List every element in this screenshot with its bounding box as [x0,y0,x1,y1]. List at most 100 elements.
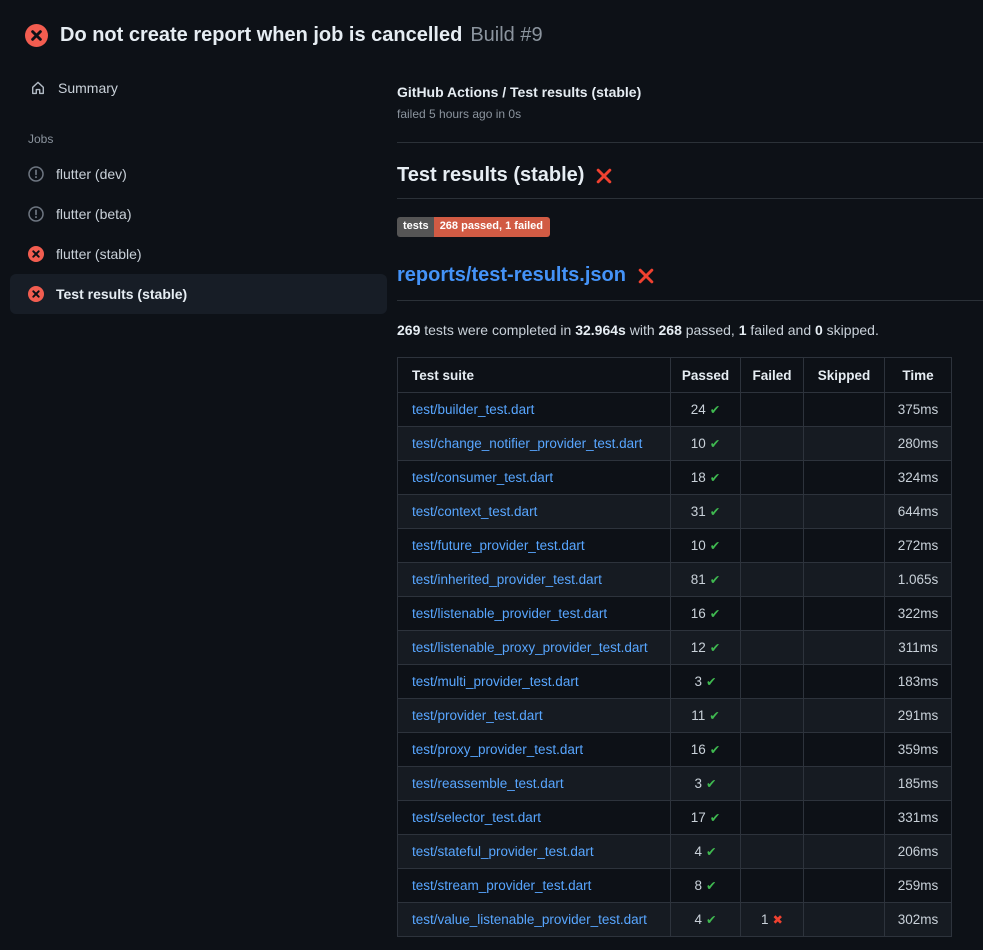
test-suite-cell: test/stateful_provider_test.dart [398,835,671,869]
sidebar-item-flutter-dev[interactable]: flutter (dev) [10,154,387,194]
failed-cell [741,461,804,495]
check-icon: ✔ [709,708,719,723]
sidebar-item-flutter-beta[interactable]: flutter (beta) [10,194,387,234]
passed-cell: 4✔ [671,835,741,869]
build-number: Build #9 [470,24,542,47]
check-icon: ✔ [710,470,720,485]
test-suite-link[interactable]: test/reassemble_test.dart [412,776,564,791]
test-suite-link[interactable]: test/listenable_provider_test.dart [412,606,607,621]
table-header-row: Test suite Passed Failed Skipped Time [398,358,952,393]
test-suite-link[interactable]: test/selector_test.dart [412,810,541,825]
section-title-text: Test results (stable) [397,164,584,187]
skipped-cell [804,835,885,869]
test-suite-link[interactable]: test/provider_test.dart [412,708,543,723]
skipped-count: 0 [815,322,823,338]
col-header-passed: Passed [671,358,741,393]
test-suite-link[interactable]: test/stateful_provider_test.dart [412,844,594,859]
failed-cell [741,529,804,563]
count-value: 1 [761,912,769,927]
time-cell: 644ms [885,495,952,529]
test-suite-link[interactable]: test/future_provider_test.dart [412,538,585,553]
test-suite-link[interactable]: test/builder_test.dart [412,402,534,417]
passed-cell: 8✔ [671,869,741,903]
jobs-section-heading: Jobs [0,106,397,154]
passed-cell: 17✔ [671,801,741,835]
time-cell: 311ms [885,631,952,665]
time-cell: 331ms [885,801,952,835]
test-suite-link[interactable]: test/proxy_provider_test.dart [412,742,583,757]
test-suite-link[interactable]: test/context_test.dart [412,504,537,519]
test-suite-cell: test/listenable_proxy_provider_test.dart [398,631,671,665]
main-content: GitHub Actions / Test results (stable) f… [397,54,983,937]
test-suite-cell: test/consumer_test.dart [398,461,671,495]
test-suite-cell: test/stream_provider_test.dart [398,869,671,903]
count-value: 8 [695,878,703,893]
table-row: test/selector_test.dart 17✔ 331ms [398,801,952,835]
sidebar-item-test-results-stable[interactable]: Test results (stable) [10,274,387,314]
skipped-cell [804,495,885,529]
check-icon: ✔ [710,606,720,621]
time-cell: 291ms [885,699,952,733]
check-icon: ✔ [710,504,720,519]
skipped-cell [804,631,885,665]
test-suite-link[interactable]: test/stream_provider_test.dart [412,878,591,893]
test-suite-cell: test/change_notifier_provider_test.dart [398,427,671,461]
sidebar-item-flutter-stable[interactable]: flutter (stable) [10,234,387,274]
test-suite-cell: test/future_provider_test.dart [398,529,671,563]
test-suite-link[interactable]: test/value_listenable_provider_test.dart [412,912,647,927]
table-row: test/multi_provider_test.dart3✔183ms [398,665,952,699]
passed-cell: 81✔ [671,563,741,597]
passed-cell: 16 ✔ [671,597,741,631]
col-header-time: Time [885,358,952,393]
check-icon: ✔ [706,844,716,859]
report-link[interactable]: reports/test-results.json [397,264,626,287]
time-cell: 185ms [885,767,952,801]
test-suite-link[interactable]: test/consumer_test.dart [412,470,553,485]
count-value: 24 [691,402,706,417]
table-row: test/listenable_proxy_provider_test.dart… [398,631,952,665]
summary-text: tests were completed in [420,322,575,338]
results-table: Test suite Passed Failed Skipped Time te… [397,357,952,937]
table-row: test/stateful_provider_test.dart 4✔ 206ms [398,835,952,869]
passed-cell: 11✔ [671,699,741,733]
test-suite-link[interactable]: test/inherited_provider_test.dart [412,572,602,587]
check-run-title: Do not create report when job is cancell… [60,24,462,47]
passed-cell: 10✔ [671,529,741,563]
count-value: 10 [691,538,706,553]
passed-cell: 10✔ [671,427,741,461]
test-suite-link[interactable]: test/listenable_proxy_provider_test.dart [412,640,648,655]
neutral-status-icon [28,206,44,222]
skipped-cell [804,427,885,461]
test-suite-cell: test/builder_test.dart [398,393,671,427]
time-cell: 280ms [885,427,952,461]
failed-cell [741,427,804,461]
passed-cell: 16✔ [671,733,741,767]
table-row: test/future_provider_test.dart 10✔ 272ms [398,529,952,563]
sidebar-item-summary[interactable]: Summary [0,70,397,106]
passed-cell: 3✔ [671,767,741,801]
test-suite-cell: test/selector_test.dart [398,801,671,835]
test-suite-cell: test/listenable_provider_test.dart [398,597,671,631]
failed-status-icon [28,286,44,302]
table-row: test/proxy_provider_test.dart16✔359ms [398,733,952,767]
table-row: test/stream_provider_test.dart8✔259ms [398,869,952,903]
summary-text: failed and [747,322,816,338]
test-suite-link[interactable]: test/multi_provider_test.dart [412,674,579,689]
test-suite-link[interactable]: test/change_notifier_provider_test.dart [412,436,642,451]
failed-cell [741,631,804,665]
results-table-body: test/builder_test.dart 24 ✔ 375ms test/chang… [398,393,952,937]
check-icon: ✔ [710,436,720,451]
cross-mark-icon [637,267,655,285]
skipped-cell [804,903,885,937]
count-value: 16 [691,606,706,621]
time-cell: 272ms [885,529,952,563]
page-title: Do not create report when job is cancell… [60,24,543,47]
check-icon: ✔ [710,742,720,757]
test-suite-cell: test/value_listenable_provider_test.dart [398,903,671,937]
breadcrumb: GitHub Actions / Test results (stable) [397,84,983,100]
skipped-cell [804,767,885,801]
time-cell: 206ms [885,835,952,869]
time-cell: 375ms [885,393,952,427]
check-icon: ✔ [706,912,716,927]
count-value: 31 [691,504,706,519]
